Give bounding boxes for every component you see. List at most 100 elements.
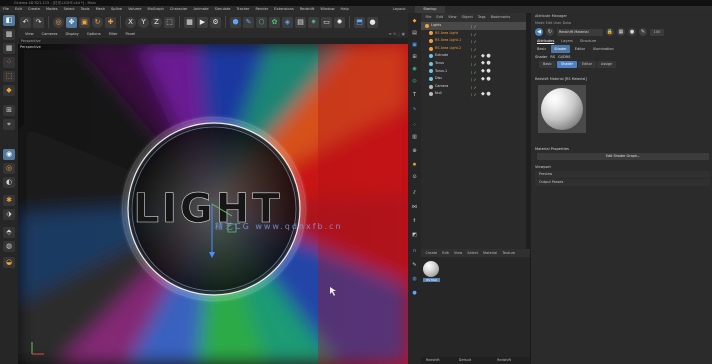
solo-icon[interactable]: ◉ xyxy=(3,149,15,160)
menu-item-window[interactable]: Window xyxy=(317,6,337,13)
mm-menu-edit[interactable]: Edit xyxy=(440,249,452,257)
smooth-icon[interactable]: ◍ xyxy=(410,275,419,283)
object-row[interactable]: RS Area Light.2 ⁝ ✓ xyxy=(421,45,530,53)
mm-menu-select[interactable]: Select xyxy=(465,249,481,257)
mm-menu-material[interactable]: Material xyxy=(481,249,500,257)
menu-item-redshift[interactable]: Redshift xyxy=(297,6,318,13)
move-icon[interactable]: ✥ xyxy=(66,16,77,28)
menu-item-mograph[interactable]: MoGraph xyxy=(144,6,166,13)
viewport-menu-view[interactable]: View xyxy=(21,31,38,38)
generator-icon[interactable]: ✷ xyxy=(308,16,319,28)
scale-icon[interactable]: ▣ xyxy=(79,16,90,28)
visibility-flags-icon[interactable]: ⁝ ✓ xyxy=(471,91,477,99)
inner-tab-basic[interactable]: Basic xyxy=(539,61,556,68)
object-row[interactable]: Camera ⁝ ✓ xyxy=(421,83,530,91)
viewport-menu-display[interactable]: Display xyxy=(62,31,83,38)
redo-icon[interactable]: ↷ xyxy=(33,16,44,28)
visibility-icon[interactable]: ◉ xyxy=(410,65,419,73)
layer-icon[interactable]: ▣ xyxy=(410,41,419,49)
text-icon[interactable]: T xyxy=(410,91,419,99)
object-name[interactable]: Torus xyxy=(435,61,444,65)
boole-icon[interactable]: ⊕ xyxy=(410,147,419,155)
om-menu-object[interactable]: Object xyxy=(459,13,475,22)
object-name[interactable]: Extrude xyxy=(435,53,448,57)
subtab-editor[interactable]: Editor xyxy=(572,45,588,53)
material-tag-icon[interactable]: ◆ ● xyxy=(481,53,491,59)
menu-item-animate[interactable]: Animate xyxy=(191,6,212,13)
material-tag-icon[interactable]: ◆ ● xyxy=(481,91,491,97)
light-tool-icon[interactable]: ✹ xyxy=(410,161,419,169)
zoom-input[interactable]: 100 xyxy=(650,28,664,36)
menu-item-file[interactable]: File xyxy=(0,6,12,13)
material-swatch[interactable]: RS Mat xyxy=(423,261,440,282)
locked-workplane-icon[interactable]: ✱ xyxy=(3,195,15,206)
filter-icon[interactable]: ▤ xyxy=(410,29,419,37)
rotate-icon[interactable]: ↻ xyxy=(92,16,103,28)
object-row[interactable]: Lights ⁝ ✓ xyxy=(421,22,530,30)
pin-icon[interactable]: ✎ xyxy=(639,28,647,36)
live-select-icon[interactable]: ◎ xyxy=(53,16,64,28)
object-name[interactable]: RS Area Light.1 xyxy=(435,38,461,42)
workplane-icon[interactable]: ▦ xyxy=(3,43,15,54)
tweak-icon[interactable]: ◐ xyxy=(3,177,15,188)
menu-item-tracker[interactable]: Tracker xyxy=(234,6,253,13)
scene-icon[interactable]: ▤ xyxy=(295,16,306,28)
menu-item-character[interactable]: Character xyxy=(167,6,191,13)
inner-tab-assign[interactable]: Assign xyxy=(597,61,617,68)
section-preview[interactable]: Preview xyxy=(535,171,710,178)
inner-tab-editor[interactable]: Editor xyxy=(578,61,597,68)
polygons-mode-icon[interactable]: ◆ xyxy=(3,85,15,96)
shader-opt-gi[interactable]: GI/DRS xyxy=(558,53,570,61)
grid-icon[interactable]: ▦ xyxy=(617,28,625,36)
material-tag-icon[interactable]: ◆ ● xyxy=(481,60,491,66)
object-name[interactable]: Disc xyxy=(435,76,442,80)
extrude-tool-icon[interactable]: ⇑ xyxy=(410,217,419,225)
viewport-menu-options[interactable]: Options xyxy=(83,31,105,38)
bevel-icon[interactable]: ◩ xyxy=(410,231,419,239)
world-coord-icon[interactable]: ⬚ xyxy=(164,16,175,28)
object-row[interactable]: Extrude ⁝ ✓ ◆ ● xyxy=(421,52,530,60)
sky-icon[interactable]: ● xyxy=(367,16,378,28)
menu-item-edit[interactable]: Edit xyxy=(12,6,25,13)
object-name[interactable]: Lights xyxy=(431,23,441,27)
material-tag-icon[interactable]: ◆ ● xyxy=(481,76,491,82)
tab-structure[interactable]: Structure xyxy=(577,37,599,45)
object-name[interactable]: RS Area Light xyxy=(435,31,458,35)
object-row[interactable]: RS Area Light ⁝ ✓ xyxy=(421,30,530,38)
menu-item-select[interactable]: Select xyxy=(61,6,78,13)
subtab-shader[interactable]: Shader xyxy=(551,45,570,53)
viewport-menu-panel[interactable]: Panel xyxy=(122,31,140,38)
om-menu-file[interactable]: File xyxy=(423,13,434,22)
om-menu-bookmarks[interactable]: Bookmarks xyxy=(488,13,513,22)
menu-item-tools[interactable]: Tools xyxy=(78,6,93,13)
menu-item-mesh[interactable]: Mesh xyxy=(93,6,108,13)
enable-axis-icon[interactable]: ◎ xyxy=(3,163,15,174)
add-icon[interactable]: ✚ xyxy=(105,16,116,28)
light-icon[interactable]: ✹ xyxy=(334,16,345,28)
object-row[interactable]: Torus.1 ⁝ ✓ ◆ ● xyxy=(421,68,530,76)
texture-mode-icon[interactable]: ▩ xyxy=(3,29,15,40)
floor-icon[interactable]: ⬒ xyxy=(354,16,365,28)
pen-icon[interactable]: ✎ xyxy=(243,16,254,28)
menu-item-extensions[interactable]: Extensions xyxy=(271,6,297,13)
mm-menu-create[interactable]: Create xyxy=(423,249,440,257)
attribute-mode-menu[interactable]: Mode Edit User Data xyxy=(531,20,712,27)
tag-icon[interactable]: ◆ xyxy=(410,17,419,25)
make-editable-icon[interactable]: ◧ xyxy=(3,15,15,26)
subtab-illumination[interactable]: Illumination xyxy=(590,45,617,53)
om-menu-view[interactable]: View xyxy=(446,13,459,22)
object-name[interactable]: Null xyxy=(435,91,442,95)
menu-item-render[interactable]: Render xyxy=(252,6,271,13)
uv-mode-icon[interactable]: ⊞ xyxy=(3,105,15,116)
viewport-nav-icons[interactable]: ⬌ ⟲ ⬚ ▣ xyxy=(389,31,408,38)
viewport-solo-icon[interactable]: ◒ xyxy=(3,257,15,268)
undo-icon[interactable]: ↶ xyxy=(20,16,31,28)
paint-icon[interactable]: ⬘ xyxy=(3,227,15,238)
instance-icon[interactable]: ▥ xyxy=(410,133,419,141)
cloner-icon[interactable]: ✿ xyxy=(269,16,280,28)
hierarchy-icon[interactable]: ⊞ xyxy=(410,53,419,61)
array-icon[interactable]: ⁘ xyxy=(410,121,419,129)
menu-item-create[interactable]: Create xyxy=(25,6,43,13)
snap-icon[interactable]: ⌖ xyxy=(3,119,15,130)
menu-item-help[interactable]: Help xyxy=(338,6,352,13)
